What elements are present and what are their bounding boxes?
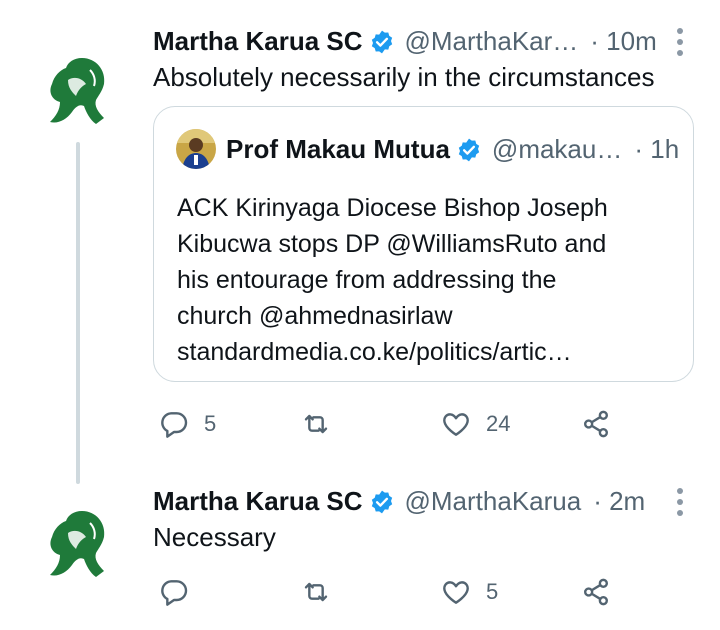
tweet-timestamp[interactable]: · 2m — [593, 486, 645, 517]
reply-button[interactable]: 5 — [158, 408, 216, 440]
quote-author-name: Prof Makau Mutua — [226, 134, 450, 164]
avatar-martha-karua[interactable] — [38, 503, 118, 583]
heart-icon — [443, 581, 469, 604]
more-vertical-icon[interactable] — [676, 28, 684, 61]
like-button[interactable]: 5 — [440, 576, 498, 608]
quote-line: his entourage from addressing the — [177, 266, 557, 294]
retweet-icon — [304, 582, 328, 602]
reply-icon — [161, 580, 188, 606]
heart-icon — [443, 413, 469, 436]
verified-badge-icon — [371, 490, 392, 513]
tweet-timestamp[interactable]: · 10m — [590, 26, 656, 57]
quote-line: church @ahmednasirlaw — [177, 302, 453, 330]
more-vertical-icon[interactable] — [676, 488, 684, 521]
retweet-button[interactable] — [300, 408, 346, 440]
share-icon — [584, 578, 608, 606]
tweet-text: Absolutely necessarily in the circumstan… — [153, 62, 655, 92]
reply-icon — [161, 412, 188, 438]
quote-header: Prof Makau Mutua @makau… · 1h — [226, 134, 679, 165]
author-name[interactable]: Martha Karua SC — [153, 486, 363, 517]
author-handle[interactable]: @MarthaKar… — [405, 26, 579, 57]
reply-button[interactable] — [158, 576, 204, 608]
quote-link[interactable]: standardmedia.co.ke/politics/artic… — [177, 334, 608, 370]
share-button[interactable] — [580, 408, 612, 440]
like-count: 24 — [486, 411, 511, 436]
verified-badge-icon — [371, 30, 392, 53]
share-icon — [584, 410, 608, 438]
avatar-makau-mutua[interactable] — [176, 129, 216, 169]
retweet-icon — [304, 414, 328, 434]
like-count: 5 — [486, 579, 499, 604]
quote-line: ACK Kirinyaga Diocese Bishop Joseph — [177, 194, 608, 222]
thread-connector-line — [76, 142, 80, 484]
verified-badge-icon — [458, 138, 480, 161]
tweet-text: Necessary — [153, 522, 276, 552]
reply-count: 5 — [204, 411, 217, 436]
quote-author-handle: @makau… — [491, 134, 623, 164]
quote-line: Kibucwa stops DP @WilliamsRuto and — [177, 230, 607, 258]
quote-timestamp: · 1h — [634, 134, 680, 164]
author-name[interactable]: Martha Karua SC — [153, 26, 363, 57]
author-handle[interactable]: @MarthaKarua — [405, 486, 582, 517]
avatar-martha-karua[interactable] — [38, 50, 118, 130]
retweet-button[interactable] — [300, 576, 346, 608]
tweet-1-header: Martha Karua SC @MarthaKar… · 10m — [153, 26, 657, 57]
tweet-2-header: Martha Karua SC @MarthaKarua · 2m — [153, 486, 645, 517]
share-button[interactable] — [580, 576, 612, 608]
like-button[interactable]: 24 — [440, 408, 510, 440]
quote-text: ACK Kirinyaga Diocese Bishop Joseph Kibuc… — [177, 190, 608, 370]
